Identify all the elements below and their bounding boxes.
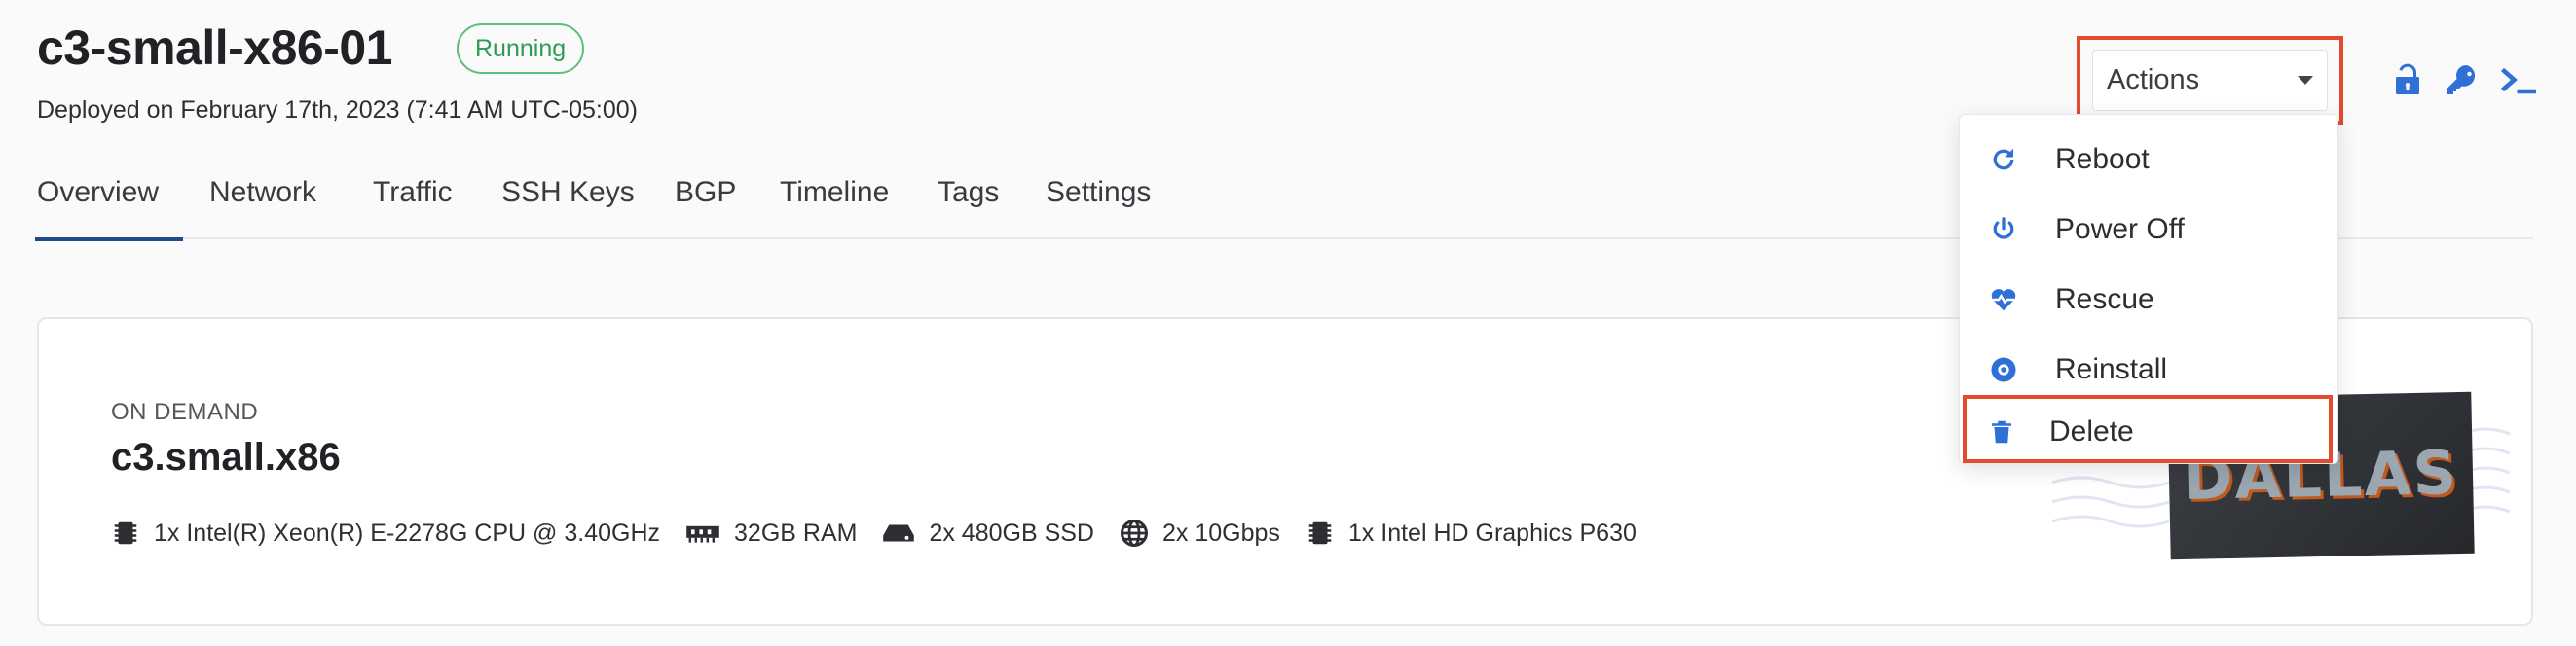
spec-storage: 2x 480GB SSD [882, 519, 1094, 548]
tab-overview[interactable]: Overview [34, 171, 184, 241]
deployed-date: Deployed on February 17th, 2023 (7:41 AM… [37, 96, 639, 124]
menu-item-label: Rescue [2055, 283, 2154, 315]
unlock-icon[interactable] [2390, 62, 2425, 97]
actions-dropdown[interactable]: Actions [2092, 50, 2328, 111]
gpu-icon [1306, 519, 1335, 548]
server-title: c3-small-x86-01 [37, 20, 392, 75]
status-badge: Running [457, 23, 585, 74]
spec-network: 2x 10Gbps [1120, 519, 1280, 548]
menu-item-rescue[interactable]: Rescue [1960, 265, 2337, 335]
chevron-down-icon [2298, 76, 2313, 85]
heart-pulse-icon [1989, 285, 2018, 314]
menu-item-label: Delete [2049, 415, 2134, 448]
billing-type: ON DEMAND [111, 399, 259, 425]
cpu-icon [111, 519, 140, 548]
spec-ram: 32GB RAM [685, 519, 857, 548]
menu-item-reboot[interactable]: Reboot [1960, 125, 2337, 195]
menu-item-label: Reinstall [2055, 353, 2168, 385]
plan-name: c3.small.x86 [111, 436, 341, 479]
spec-cpu: 1x Intel(R) Xeon(R) E-2278G CPU @ 3.40GH… [111, 519, 660, 548]
refresh-icon [1989, 145, 2018, 174]
memory-icon [685, 519, 720, 548]
terminal-icon[interactable] [2498, 62, 2539, 97]
tab-tags[interactable]: Tags [938, 171, 999, 237]
tab-bgp[interactable]: BGP [675, 171, 736, 237]
disc-icon [1989, 355, 2018, 384]
spec-label: 1x Intel HD Graphics P630 [1347, 519, 1637, 547]
menu-item-label: Power Off [2055, 213, 2185, 245]
spec-gpu: 1x Intel HD Graphics P630 [1306, 519, 1637, 548]
actions-menu: Reboot Power Off Rescue Reinstall Delete [1959, 114, 2338, 464]
globe-icon [1120, 519, 1149, 548]
key-icon[interactable] [2445, 62, 2480, 97]
actions-highlight: Actions [2077, 36, 2343, 125]
tab-traffic[interactable]: Traffic [373, 171, 453, 237]
tab-ssh-keys[interactable]: SSH Keys [501, 171, 635, 237]
menu-item-reinstall[interactable]: Reinstall [1960, 335, 2337, 405]
power-icon [1989, 215, 2018, 244]
actions-label: Actions [2107, 64, 2200, 95]
spec-label: 32GB RAM [734, 519, 858, 547]
tab-timeline[interactable]: Timeline [780, 171, 889, 237]
trash-icon [1987, 417, 2016, 447]
tab-network[interactable]: Network [209, 171, 316, 237]
tab-settings[interactable]: Settings [1046, 171, 1151, 237]
spec-list: 1x Intel(R) Xeon(R) E-2278G CPU @ 3.40GH… [111, 519, 1662, 548]
drive-icon [882, 519, 915, 548]
spec-label: 2x 10Gbps [1161, 519, 1280, 547]
menu-item-delete[interactable]: Delete [1960, 397, 2337, 467]
spec-label: 2x 480GB SSD [929, 519, 1094, 547]
spec-label: 1x Intel(R) Xeon(R) E-2278G CPU @ 3.40GH… [154, 519, 661, 547]
menu-item-label: Reboot [2055, 143, 2150, 175]
menu-item-power-off[interactable]: Power Off [1960, 195, 2337, 265]
